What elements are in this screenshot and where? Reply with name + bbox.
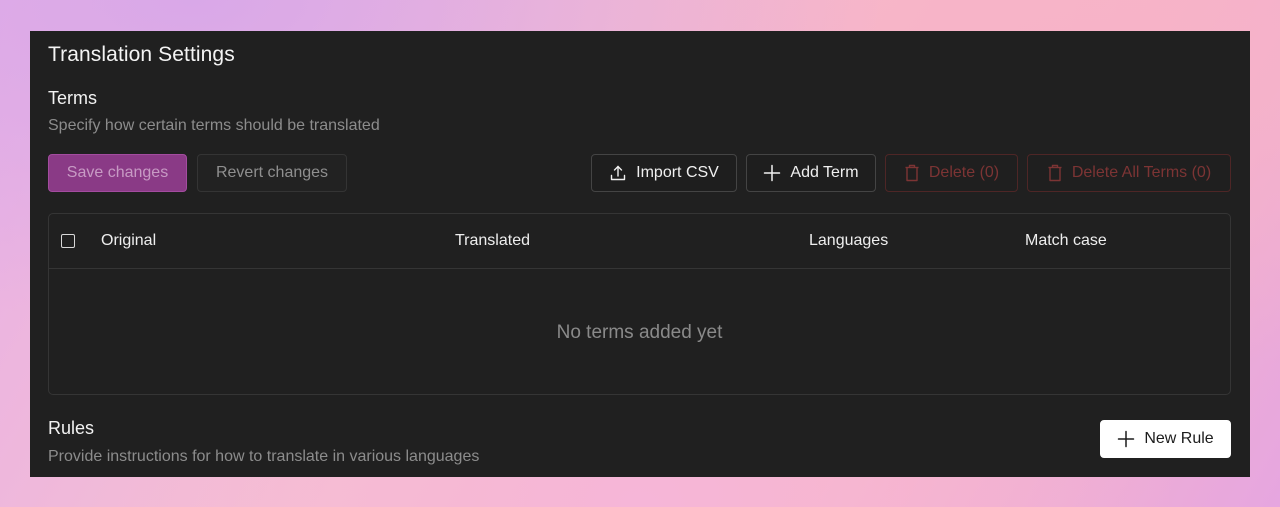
empty-state-message: No terms added yet (556, 322, 723, 343)
new-rule-button[interactable]: New Rule (1100, 420, 1231, 458)
delete-all-terms-label: Delete All Terms (0) (1071, 164, 1212, 181)
delete-all-terms-button[interactable]: Delete All Terms (0) (1027, 154, 1231, 192)
delete-selected-label: Delete (0) (928, 164, 1000, 181)
upload-icon (609, 164, 627, 182)
terms-table: Original Translated Languages Match case… (48, 213, 1231, 395)
column-header-match-case[interactable]: Match case (1025, 232, 1107, 250)
plus-icon (763, 164, 781, 182)
translation-settings-panel: Translation Settings Terms Specify how c… (30, 31, 1250, 477)
trash-icon (904, 164, 920, 182)
select-all-checkbox[interactable] (61, 234, 75, 248)
page-title: Translation Settings (48, 43, 235, 66)
save-changes-button[interactable]: Save changes (48, 154, 187, 192)
rules-section-description: Provide instructions for how to translat… (48, 448, 480, 465)
rules-section-title: Rules (48, 418, 95, 438)
column-header-translated[interactable]: Translated (455, 232, 530, 250)
import-csv-label: Import CSV (636, 164, 719, 181)
column-header-original[interactable]: Original (101, 232, 156, 250)
delete-selected-button[interactable]: Delete (0) (885, 154, 1018, 192)
revert-changes-button[interactable]: Revert changes (197, 154, 347, 192)
import-csv-button[interactable]: Import CSV (591, 154, 737, 192)
column-header-languages[interactable]: Languages (809, 232, 888, 250)
revert-changes-label: Revert changes (215, 164, 329, 181)
add-term-label: Add Term (790, 164, 859, 181)
add-term-button[interactable]: Add Term (746, 154, 876, 192)
terms-table-header: Original Translated Languages Match case (49, 214, 1230, 269)
save-changes-label: Save changes (66, 164, 169, 181)
new-rule-label: New Rule (1144, 430, 1214, 447)
terms-section-description: Specify how certain terms should be tran… (48, 117, 380, 134)
plus-icon (1117, 430, 1135, 448)
trash-icon (1047, 164, 1063, 182)
terms-section-title: Terms (48, 88, 97, 108)
